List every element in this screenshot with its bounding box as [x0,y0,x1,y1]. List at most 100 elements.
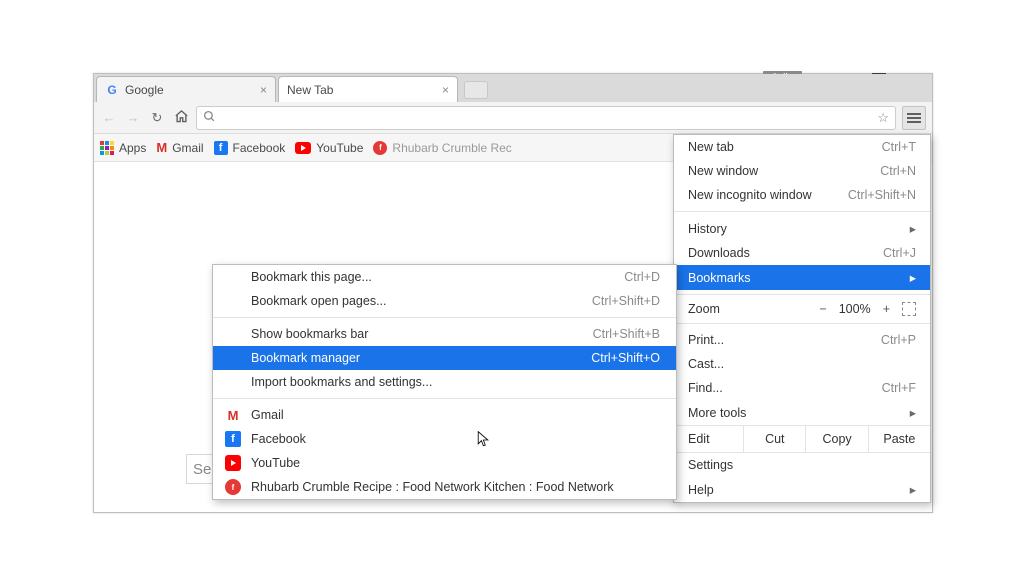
menu-shortcut: Ctrl+P [881,333,916,347]
menu-find[interactable]: Find... Ctrl+F [674,376,930,400]
menu-shortcut: Ctrl+N [880,164,916,178]
menu-label: Cast... [688,357,724,371]
home-button[interactable] [172,109,190,127]
menu-shortcut: Ctrl+Shift+D [592,294,660,308]
submenu-bookmark-youtube[interactable]: YouTube [213,451,676,475]
zoom-percent: 100% [839,302,871,316]
forward-button[interactable]: → [124,110,142,125]
tab-new-tab[interactable]: New Tab × [278,76,458,102]
bookmark-gmail[interactable]: M Gmail [156,140,203,155]
menu-separator [213,398,676,399]
bookmark-youtube[interactable]: YouTube [295,141,363,155]
menu-cut[interactable]: Cut [743,426,805,452]
tab-title: New Tab [287,83,333,97]
bookmark-label: YouTube [316,141,363,155]
submenu-show-bar[interactable]: Show bookmarks bar Ctrl+Shift+B [213,322,676,346]
omnibox[interactable]: ☆ [196,106,896,130]
new-tab-button[interactable] [464,81,488,99]
youtube-icon [295,142,311,154]
menu-history[interactable]: History ▸ [674,216,930,241]
tab-close-icon[interactable]: × [442,83,449,97]
tab-google[interactable]: G Google × [96,76,276,102]
menu-edit-row: Edit Cut Copy Paste [674,425,930,453]
menu-zoom: Zoom − 100% + [674,299,930,319]
browser-window: Julia — ✕ G Google × New Tab × ← → ↻ ☆ [93,73,933,513]
menu-label: Settings [688,458,733,472]
zoom-out-button[interactable]: − [819,302,826,316]
menu-label: Rhubarb Crumble Recipe : Food Network Ki… [251,480,614,494]
menu-label: More tools [688,406,746,420]
submenu-bookmark-facebook[interactable]: f Facebook [213,427,676,451]
gmail-icon: M [156,140,167,155]
menu-shortcut: Ctrl+Shift+O [591,351,660,365]
bookmark-label: Gmail [172,141,203,155]
tab-title: Google [125,83,164,97]
main-menu-button[interactable] [902,106,926,130]
menu-label: Help [688,483,714,497]
submenu-bookmark-gmail[interactable]: M Gmail [213,403,676,427]
bookmark-rhubarb[interactable]: f Rhubarb Crumble Rec [373,141,511,155]
menu-copy[interactable]: Copy [805,426,867,452]
menu-separator [674,294,930,295]
facebook-icon: f [225,431,241,447]
submenu-bookmark-manager[interactable]: Bookmark manager Ctrl+Shift+O [213,346,676,370]
submenu-bookmark-page[interactable]: Bookmark this page... Ctrl+D [213,265,676,289]
menu-label: YouTube [251,456,300,470]
tab-strip: G Google × New Tab × [94,74,932,102]
bookmark-label: Rhubarb Crumble Rec [392,141,511,155]
bookmarks-submenu: Bookmark this page... Ctrl+D Bookmark op… [212,264,677,500]
gmail-icon: M [225,407,241,423]
menu-edit-label: Edit [674,426,743,452]
bookmark-facebook[interactable]: f Facebook [214,141,286,155]
foodnetwork-icon: f [373,141,387,155]
foodnetwork-icon: f [225,479,241,495]
tab-close-icon[interactable]: × [260,83,267,97]
submenu-bookmark-open[interactable]: Bookmark open pages... Ctrl+Shift+D [213,289,676,313]
submenu-bookmark-rhubarb[interactable]: f Rhubarb Crumble Recipe : Food Network … [213,475,676,499]
menu-label: New tab [688,140,734,154]
apps-shortcut[interactable]: Apps [100,141,146,155]
menu-bookmarks[interactable]: Bookmarks ▸ [674,265,930,290]
menu-settings[interactable]: Settings [674,453,930,477]
menu-label: Show bookmarks bar [251,327,368,341]
menu-incognito[interactable]: New incognito window Ctrl+Shift+N [674,183,930,207]
menu-label: Bookmarks [688,271,751,285]
back-button[interactable]: ← [100,110,118,125]
bookmark-label: Facebook [233,141,286,155]
menu-label: Downloads [688,246,750,260]
menu-downloads[interactable]: Downloads Ctrl+J [674,241,930,265]
submenu-arrow-icon: ▸ [910,405,916,420]
submenu-import[interactable]: Import bookmarks and settings... [213,370,676,394]
menu-label: Bookmark this page... [251,270,372,284]
menu-shortcut: Ctrl+Shift+N [848,188,916,202]
bookmark-star-icon[interactable]: ☆ [877,110,889,126]
toolbar: ← → ↻ ☆ [94,102,932,134]
zoom-in-button[interactable]: + [883,302,890,316]
menu-label: Facebook [251,432,306,446]
submenu-arrow-icon: ▸ [910,270,916,285]
fullscreen-icon[interactable] [902,302,916,316]
reload-button[interactable]: ↻ [148,110,166,126]
submenu-arrow-icon: ▸ [910,221,916,236]
omnibox-input[interactable] [220,109,873,126]
menu-help[interactable]: Help ▸ [674,477,930,502]
menu-label: History [688,222,727,236]
menu-more-tools[interactable]: More tools ▸ [674,400,930,425]
menu-label: New window [688,164,758,178]
youtube-icon [225,455,241,471]
menu-separator [213,317,676,318]
menu-shortcut: Ctrl+J [883,246,916,260]
menu-paste[interactable]: Paste [868,426,930,452]
menu-label: New incognito window [688,188,812,202]
menu-cast[interactable]: Cast... [674,352,930,376]
menu-print[interactable]: Print... Ctrl+P [674,328,930,352]
menu-separator [674,323,930,324]
menu-label: Zoom [688,302,720,316]
menu-new-tab[interactable]: New tab Ctrl+T [674,135,930,159]
menu-label: Bookmark manager [251,351,360,365]
menu-new-window[interactable]: New window Ctrl+N [674,159,930,183]
search-icon [203,110,216,126]
ntp-search-placeholder: Se [193,461,211,478]
google-favicon: G [105,83,119,97]
menu-shortcut: Ctrl+F [882,381,916,395]
